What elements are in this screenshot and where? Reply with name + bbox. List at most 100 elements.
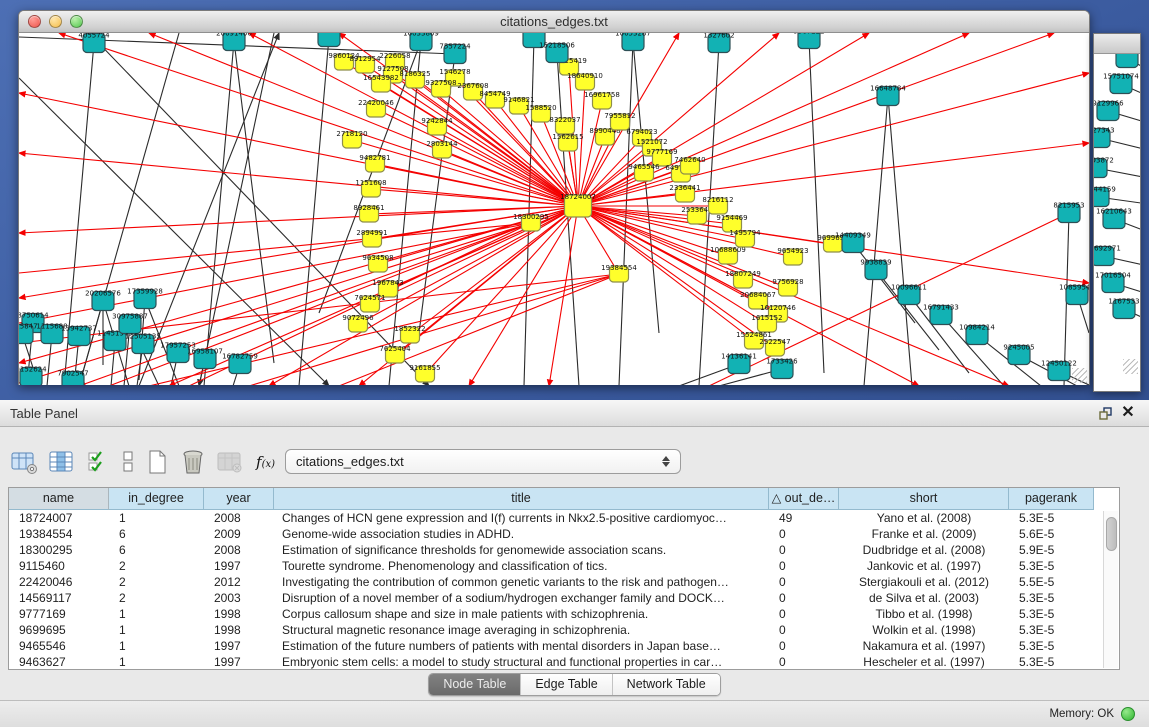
select-rows-icon[interactable] — [86, 447, 110, 477]
graph-node[interactable] — [318, 33, 340, 47]
tab-network-table[interactable]: Network Table — [612, 674, 720, 695]
graph-edge-selected[interactable] — [381, 84, 578, 206]
table-cell[interactable]: 6 — [109, 526, 204, 542]
table-row[interactable]: 946362711997Embryonic stem cells: a mode… — [9, 654, 1119, 670]
table-cell[interactable]: 0 — [769, 526, 839, 542]
table-cell[interactable]: 0 — [769, 590, 839, 606]
table-cell[interactable]: 2008 — [204, 510, 274, 526]
table-cell[interactable]: Wolkin et al. (1998) — [839, 622, 1009, 638]
table-cell[interactable]: Stergiakouli et al. (2012) — [839, 574, 1009, 590]
table-cell[interactable]: de Silva et al. (2003) — [839, 590, 1009, 606]
graph-edge-selected[interactable] — [578, 82, 585, 206]
table-cell[interactable]: 2009 — [204, 526, 274, 542]
table-cell[interactable]: 1 — [109, 510, 204, 526]
graph-edge-selected[interactable] — [410, 206, 578, 335]
table-cell[interactable]: Corpus callosum shape and size in male p… — [274, 606, 769, 622]
table-cell[interactable]: 9463627 — [9, 654, 109, 670]
background-window-titlebar[interactable] — [1094, 34, 1140, 54]
table-cell[interactable]: Structural magnetic resonance image aver… — [274, 622, 769, 638]
import-table-icon[interactable] — [216, 447, 244, 477]
table-cell[interactable]: 5.5E-5 — [1009, 574, 1094, 590]
table-row[interactable]: 977716911998Corpus callosum shape and si… — [9, 606, 1119, 622]
graph-edge-selected[interactable] — [19, 223, 531, 273]
graph-edge-selected[interactable] — [249, 33, 578, 206]
table-cell[interactable]: 5.3E-5 — [1009, 558, 1094, 574]
table-cell[interactable]: 0 — [769, 574, 839, 590]
table-row[interactable]: 1938455462009Genome-wide association stu… — [9, 526, 1119, 542]
graph-edge-selected[interactable] — [19, 93, 578, 206]
table-cell[interactable]: 1997 — [204, 654, 274, 670]
graph-edge-selected[interactable] — [269, 206, 578, 385]
table-cell[interactable]: 2008 — [204, 542, 274, 558]
scrollbar-thumb[interactable] — [1106, 517, 1117, 551]
network-window-titlebar[interactable]: citations_edges.txt — [19, 11, 1089, 33]
table-cell[interactable]: 5.3E-5 — [1009, 622, 1094, 638]
table-cell[interactable]: 1998 — [204, 606, 274, 622]
memory-status-icon[interactable] — [1121, 707, 1135, 721]
graph-edge[interactable] — [204, 41, 234, 385]
table-cell[interactable]: 5.3E-5 — [1009, 510, 1094, 526]
float-panel-icon[interactable] — [1095, 404, 1117, 422]
table-cell[interactable]: 1 — [109, 622, 204, 638]
table-cell[interactable]: 0 — [769, 542, 839, 558]
table-cell[interactable]: Tourette syndrome. Phenomenology and cla… — [274, 558, 769, 574]
graph-edge[interactable] — [864, 96, 888, 385]
network-graph[interactable]: 1872400798601248912954222605891275088186… — [19, 33, 1089, 385]
table-row[interactable]: 1872400712008Changes of HCN gene express… — [9, 510, 1119, 526]
table-vertical-scrollbar[interactable] — [1103, 511, 1118, 668]
table-cell[interactable]: Estimation of the future numbers of pati… — [274, 638, 769, 654]
column-header-name[interactable]: name — [9, 488, 109, 510]
table-cell[interactable]: 1 — [109, 638, 204, 654]
table-cell[interactable]: 0 — [769, 606, 839, 622]
table-cell[interactable]: 1997 — [204, 558, 274, 574]
table-cell[interactable]: 9699695 — [9, 622, 109, 638]
column-header-year[interactable]: year — [204, 488, 274, 510]
tab-node-table[interactable]: Node Table — [429, 674, 520, 695]
table-cell[interactable]: 2 — [109, 590, 204, 606]
table-cell[interactable]: Nakamura et al. (1997) — [839, 638, 1009, 654]
column-header-in_degree[interactable]: in_degree — [109, 488, 204, 510]
table-cell[interactable]: 2012 — [204, 574, 274, 590]
table-row[interactable]: 2242004622012Investigating the contribut… — [9, 574, 1119, 590]
table-cell[interactable]: Dudbridge et al. (2008) — [839, 542, 1009, 558]
table-cell[interactable]: 19384554 — [9, 526, 109, 542]
background-network-graph[interactable]: 1112753157510749129966922734312093872124… — [1094, 54, 1140, 376]
graph-node[interactable] — [1116, 54, 1138, 68]
table-cell[interactable]: 1 — [109, 606, 204, 622]
graph-edge-selected[interactable] — [19, 153, 578, 206]
table-cell[interactable]: 9115460 — [9, 558, 109, 574]
table-row[interactable]: 969969511998Structural magnetic resonanc… — [9, 622, 1119, 638]
table-cell[interactable]: Investigating the contribution of common… — [274, 574, 769, 590]
table-cell[interactable]: 6 — [109, 542, 204, 558]
table-cell[interactable]: 1998 — [204, 622, 274, 638]
table-select-dropdown[interactable]: citations_edges.txt — [285, 449, 681, 474]
table-row[interactable]: 911546021997Tourette syndrome. Phenomeno… — [9, 558, 1119, 574]
column-header-title[interactable]: title — [274, 488, 769, 510]
table-column-icon[interactable] — [48, 447, 76, 477]
table-cell[interactable]: 18724007 — [9, 510, 109, 526]
graph-edge[interactable] — [524, 38, 534, 385]
graph-edge-selected[interactable] — [352, 140, 578, 206]
table-cell[interactable]: 5.3E-5 — [1009, 590, 1094, 606]
table-cell[interactable]: 1 — [109, 654, 204, 670]
table-cell[interactable]: 5.9E-5 — [1009, 542, 1094, 558]
resize-grip-icon[interactable] — [1072, 368, 1087, 383]
delete-table-icon[interactable] — [180, 447, 206, 477]
table-cell[interactable]: Embryonic stem cells: a model to study s… — [274, 654, 769, 670]
table-cell[interactable]: 0 — [769, 558, 839, 574]
table-row[interactable]: 946554611997Estimation of the future num… — [9, 638, 1119, 654]
table-cell[interactable]: 0 — [769, 638, 839, 654]
table-cell[interactable]: 9777169 — [9, 606, 109, 622]
network-canvas[interactable]: 1872400798601248912954222605891275088186… — [19, 33, 1089, 385]
table-cell[interactable]: 22420046 — [9, 574, 109, 590]
graph-edge[interactable] — [199, 33, 274, 385]
table-cell[interactable]: 2 — [109, 558, 204, 574]
table-cell[interactable]: 0 — [769, 622, 839, 638]
function-icon[interactable]: f(x) — [256, 447, 275, 477]
new-file-icon[interactable] — [146, 447, 168, 477]
table-cell[interactable]: Tibbo et al. (1998) — [839, 606, 1009, 622]
column-header-out_degree[interactable]: △ out_de… — [769, 488, 839, 510]
table-settings-icon[interactable] — [10, 447, 40, 477]
table-cell[interactable]: 2003 — [204, 590, 274, 606]
table-cell[interactable]: Franke et al. (2009) — [839, 526, 1009, 542]
